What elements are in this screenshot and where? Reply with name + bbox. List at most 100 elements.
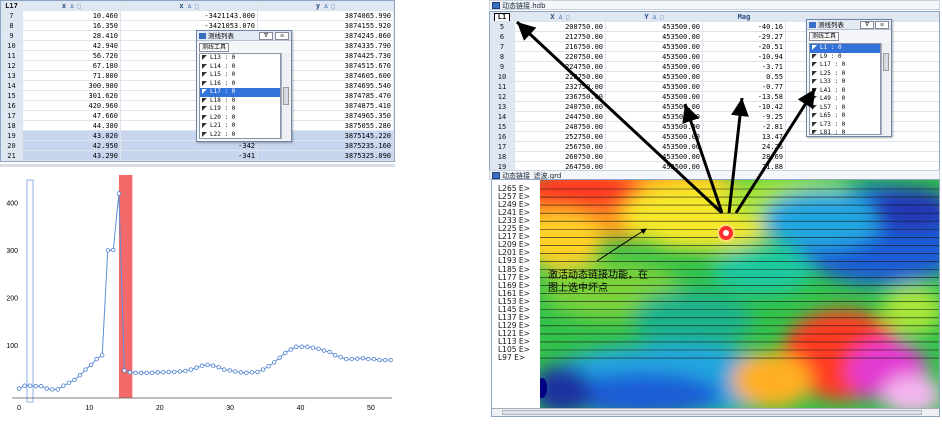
data-point[interactable] — [100, 353, 105, 358]
data-point[interactable] — [188, 367, 194, 372]
table-cell[interactable]: 3874065.990 — [258, 11, 394, 20]
line-l1-header-box[interactable]: L1 — [493, 13, 511, 21]
row-header[interactable]: 10 — [1, 41, 23, 50]
table-cell[interactable]: 453500.00 — [606, 152, 703, 161]
row-header[interactable]: 13 — [1, 71, 23, 80]
right-popup-titlebar[interactable]: 测线列表 ∇ ☒ — [807, 20, 891, 30]
table-cell[interactable]: -10.94 — [703, 52, 786, 61]
table-cell[interactable]: 453500.00 — [606, 112, 703, 121]
line-list-item[interactable]: L81 : 0 — [810, 129, 880, 134]
data-point[interactable] — [316, 346, 321, 351]
data-point[interactable] — [238, 370, 244, 375]
table-cell[interactable]: 212750.00 — [515, 32, 606, 41]
data-point[interactable] — [277, 355, 282, 360]
row-header[interactable]: 17 — [490, 142, 515, 151]
data-point[interactable] — [122, 368, 127, 373]
left-line-list[interactable]: L13 : 0 L14 : 0 L15 : 0 L16 : 0 L17 : 0 L18 :… — [199, 53, 281, 139]
data-point[interactable] — [199, 363, 205, 368]
left-grid-header-y[interactable]: y ∆ □ — [258, 1, 394, 10]
left-line-list-popup[interactable]: 测线列表 ∇ ☒ 测线工具 L13 : 0 L14 : 0 L15 : 0 L16 :… — [196, 30, 292, 142]
table-cell[interactable]: -3421143.000 — [121, 11, 258, 20]
data-point[interactable] — [332, 353, 338, 358]
table-cell[interactable]: -29.27 — [703, 32, 786, 41]
row-header[interactable]: 18 — [490, 152, 515, 161]
data-point[interactable] — [371, 356, 377, 362]
grid-map-view[interactable]: L265 E> L257 E> L249 E> L241 E> L233 E> L225 … — [491, 179, 940, 417]
left-pane-splitter[interactable] — [0, 164, 395, 167]
line-list-item[interactable]: L16 : 0 — [200, 80, 280, 89]
row-header[interactable]: 15 — [490, 122, 515, 131]
data-point[interactable] — [210, 363, 216, 368]
table-cell[interactable]: -2.81 — [703, 122, 786, 131]
table-cell[interactable]: 453500.00 — [606, 102, 703, 111]
close-button[interactable]: ☒ — [275, 32, 289, 40]
table-cell[interactable]: -20.51 — [703, 42, 786, 51]
survey-line-label[interactable]: L97 E> — [498, 353, 525, 362]
data-point[interactable] — [283, 350, 288, 356]
data-point[interactable] — [227, 368, 232, 373]
data-point[interactable] — [72, 377, 77, 383]
table-cell[interactable]: 453500.00 — [606, 52, 703, 61]
line-list-item[interactable]: L22 : 0 — [200, 131, 280, 139]
table-cell[interactable]: -0.77 — [703, 82, 786, 91]
table-cell[interactable]: -40.16 — [703, 22, 786, 31]
data-point[interactable] — [360, 355, 366, 361]
table-cell[interactable]: 256750.00 — [515, 142, 606, 151]
table-cell[interactable]: 28.69 — [703, 152, 786, 161]
profile-chart[interactable]: 0 10 20 30 40 50 100 200 300 400 — [0, 170, 395, 418]
row-header[interactable]: 22 — [1, 161, 23, 162]
table-cell[interactable]: -10.42 — [703, 102, 786, 111]
table-cell[interactable]: 228750.00 — [515, 72, 606, 81]
data-point[interactable] — [155, 370, 160, 375]
row-header[interactable]: 8 — [490, 52, 515, 61]
table-cell[interactable]: 44.380 — [23, 121, 121, 130]
data-point[interactable] — [299, 344, 305, 349]
line-list-item[interactable]: L15 : 0 — [200, 71, 280, 80]
table-cell[interactable]: 42.940 — [23, 41, 121, 50]
table-cell[interactable]: -3421053.070 — [121, 21, 258, 30]
data-point[interactable] — [288, 347, 293, 352]
row-header[interactable]: 14 — [1, 81, 23, 90]
table-cell[interactable]: 453500.00 — [606, 82, 703, 91]
table-row[interactable]: 17 256750.00 453500.00 24.26 — [490, 142, 939, 152]
hdb-grid-header-y[interactable]: Y ∆ □ — [606, 12, 703, 21]
hdb-window-titlebar[interactable]: 动态链接.hdb — [489, 0, 940, 10]
table-cell[interactable]: 453500.00 — [606, 72, 703, 81]
hdb-grid-header-x[interactable]: X ∆ □ — [515, 12, 606, 21]
data-point[interactable] — [183, 368, 188, 374]
table-cell[interactable]: 42.950 — [23, 141, 121, 150]
row-header[interactable]: 5 — [490, 22, 515, 31]
data-point[interactable] — [127, 370, 133, 375]
row-header[interactable]: 12 — [490, 92, 515, 101]
table-cell[interactable]: 301.620 — [23, 91, 121, 100]
table-cell[interactable]: 13.47 — [703, 132, 786, 141]
map-horizontal-scrollbar[interactable] — [492, 408, 939, 416]
table-cell[interactable]: 420.960 — [23, 101, 121, 110]
table-cell[interactable]: 453500.00 — [606, 142, 703, 151]
row-header[interactable]: 7 — [1, 11, 23, 20]
row-header[interactable]: 15 — [1, 91, 23, 100]
table-cell[interactable]: -342 — [121, 141, 258, 150]
table-cell[interactable]: 216750.00 — [515, 42, 606, 51]
data-point[interactable] — [105, 248, 110, 253]
table-row[interactable]: 20 42.950 -342 3875235.160 — [1, 141, 394, 151]
table-cell[interactable]: 208750.00 — [515, 22, 606, 31]
table-row[interactable]: 7 10.460 -3421143.000 3874065.990 — [1, 11, 394, 21]
data-point[interactable] — [194, 365, 199, 370]
table-cell[interactable]: -341 — [121, 161, 258, 162]
data-point[interactable] — [61, 383, 66, 388]
data-point[interactable] — [249, 370, 255, 375]
data-point[interactable] — [310, 345, 316, 350]
table-cell[interactable]: 453500.00 — [606, 22, 703, 31]
data-point[interactable] — [216, 364, 221, 370]
row-header[interactable]: 16 — [1, 101, 23, 110]
line-tool-button[interactable]: 测线工具 — [199, 43, 230, 52]
data-point[interactable] — [50, 387, 55, 392]
line-list-item[interactable]: L65 : 0 — [810, 112, 880, 121]
table-cell[interactable]: 3874155.920 — [258, 21, 394, 30]
line-list-item[interactable]: L9 : 0 — [810, 53, 880, 62]
row-header[interactable]: 13 — [490, 102, 515, 111]
data-point[interactable] — [305, 344, 310, 349]
data-point[interactable] — [327, 349, 332, 355]
line-list-item[interactable]: L41 : 0 — [810, 87, 880, 96]
